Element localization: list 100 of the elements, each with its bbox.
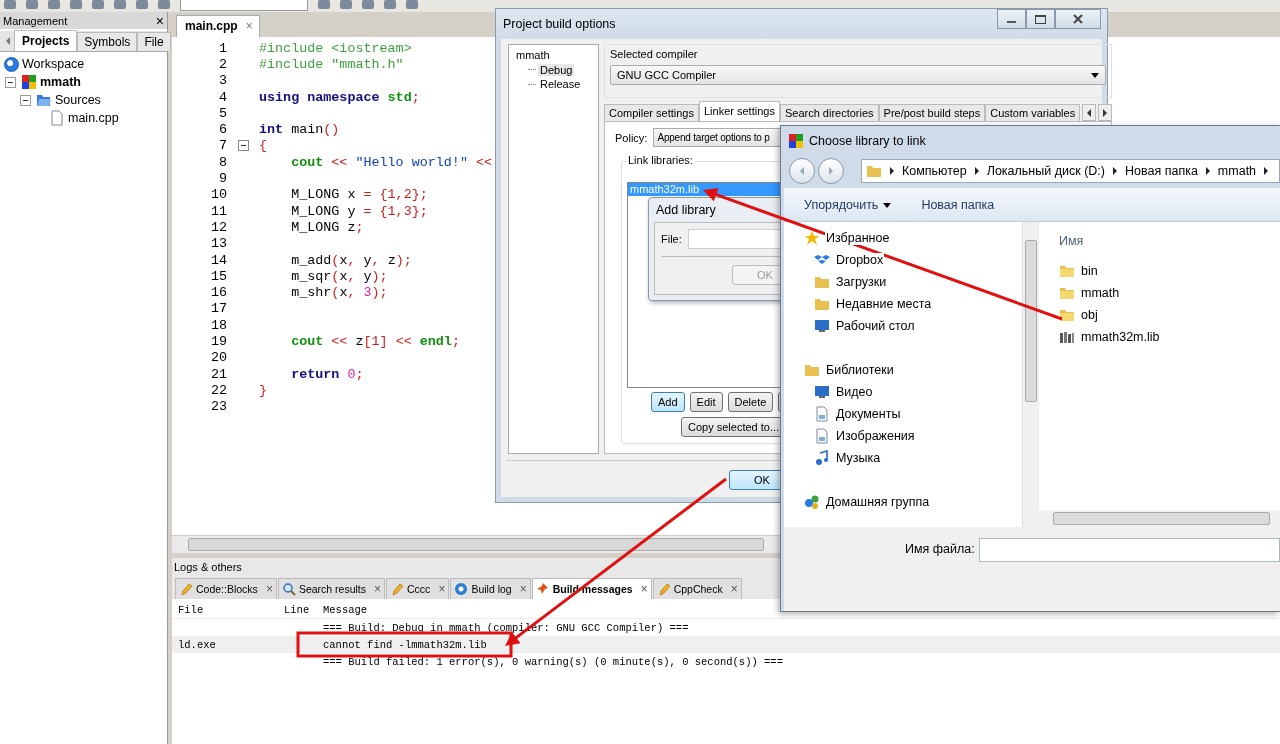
breadcrumb-item[interactable]: mmath (1217, 164, 1257, 178)
tree-item[interactable]: mmath (514, 49, 552, 62)
scroll-left-icon[interactable] (6, 37, 10, 45)
toolbar-icon[interactable] (92, 0, 104, 9)
back-button[interactable] (789, 158, 815, 184)
toolbar-icon[interactable] (406, 0, 418, 9)
chevron-icon (974, 167, 979, 175)
panel-tab[interactable]: Symbols (77, 32, 138, 51)
toolbar-icon[interactable] (26, 0, 38, 9)
column-header[interactable]: Имя (1059, 234, 1084, 248)
scroll-right-button[interactable] (1098, 104, 1113, 121)
nav-item[interactable]: Домашняя группа (825, 495, 931, 509)
toolbar-icon[interactable] (114, 0, 126, 9)
file-icon (49, 110, 65, 126)
toolbar-icon[interactable] (318, 0, 330, 9)
code-line: m_sqr(x, y); (290, 268, 388, 284)
folder-icon (814, 274, 830, 290)
nav-item[interactable]: Документы (835, 407, 902, 421)
toolbar-icon[interactable] (158, 0, 170, 9)
settings-tab[interactable]: Search directories (779, 104, 879, 121)
settings-tab[interactable]: Pre/post build steps (878, 104, 986, 121)
toolbar-icon[interactable] (136, 0, 148, 9)
log-tab[interactable]: Build messages × (531, 578, 652, 599)
toolbar-icon[interactable] (340, 0, 352, 9)
close-button[interactable]: × (155, 13, 164, 28)
file-item[interactable]: mmath (1081, 286, 1120, 300)
collapse-icon[interactable] (20, 94, 31, 106)
filename-field[interactable] (978, 538, 1280, 562)
column-header[interactable]: File (172, 603, 280, 616)
chevron-icon (1205, 167, 1210, 175)
log-tab[interactable]: Build log × (450, 578, 531, 599)
settings-tab[interactable]: Custom variables (985, 104, 1081, 121)
panel-tab[interactable]: Projects (14, 30, 78, 51)
toolbar-icon[interactable] (48, 0, 60, 9)
toolbar-combo[interactable] (180, 0, 308, 11)
tree-item[interactable]: Sources (55, 93, 101, 107)
nav-item[interactable]: Избранное (825, 231, 891, 245)
message-row[interactable]: === Build failed: 1 error(s), 0 warning(s) (0 minute(s), 0 second(s)) === (172, 653, 1280, 670)
file-item[interactable]: bin (1081, 264, 1098, 278)
column-header[interactable]: Message (317, 603, 368, 616)
breadcrumb-item[interactable]: Компьютер (902, 164, 967, 178)
close-icon[interactable]: × (245, 19, 253, 33)
new-folder-button[interactable]: Новая папка (921, 197, 995, 212)
nav-item[interactable]: Изображения (835, 429, 916, 443)
code-line: M_LONG x = {1,2}; (290, 187, 428, 203)
address-bar[interactable]: Компьютер Локальный диск (D:) Новая папка mmath (861, 159, 1280, 183)
toolbar-icon[interactable] (4, 0, 16, 9)
panel-tab[interactable]: File (137, 32, 171, 51)
message-row[interactable]: ld.exe cannot find -lmmath32m.lib (172, 636, 1280, 653)
nav-item[interactable]: Загрузки (835, 275, 888, 289)
tree-item[interactable]: Workspace (22, 57, 85, 71)
column-header[interactable]: Line (280, 603, 317, 616)
action-button[interactable]: Add (651, 392, 685, 412)
settings-tab[interactable]: Linker settings (699, 101, 780, 121)
scroll-left-button[interactable] (1082, 104, 1097, 121)
nav-item[interactable]: Недавние места (835, 297, 933, 311)
nav-item[interactable]: Видео (835, 385, 874, 399)
nav-item[interactable]: Dropbox (835, 253, 885, 267)
window-title: Choose library to link (809, 134, 926, 148)
minimize-button[interactable] (997, 9, 1026, 29)
tree-item[interactable]: Debug (538, 63, 575, 76)
breadcrumb-item[interactable]: Локальный диск (D:) (986, 164, 1105, 178)
maximize-button[interactable] (1026, 9, 1055, 29)
nav-item[interactable]: Библиотеки (825, 363, 895, 377)
collapse-icon[interactable] (5, 76, 16, 88)
log-tab[interactable]: Code::Blocks × (175, 578, 277, 599)
close-button[interactable] (1055, 9, 1101, 29)
chevron-icon (890, 167, 894, 175)
document-icon (814, 428, 830, 444)
horizontal-scrollbar[interactable] (172, 535, 780, 553)
nav-item[interactable]: Музыка (835, 451, 882, 465)
tree-item[interactable]: mmath (40, 75, 81, 89)
log-tab[interactable]: CppCheck × (652, 578, 742, 599)
fold-icon[interactable] (237, 140, 249, 152)
compiler-dropdown[interactable]: GNU GCC Compiler (610, 65, 1107, 85)
forward-button[interactable] (818, 158, 844, 184)
log-tab[interactable]: Cccc × (386, 578, 450, 599)
horizontal-scrollbar[interactable] (1039, 510, 1280, 527)
toolbar-icon[interactable] (362, 0, 374, 9)
file-item[interactable]: mmath32m.lib (1081, 330, 1160, 344)
settings-tab[interactable]: Compiler settings (604, 104, 699, 121)
toolbar-icon[interactable] (70, 0, 82, 9)
tree-item[interactable]: main.cpp (68, 111, 119, 125)
code-line: #include <iostream> (259, 40, 412, 56)
file-item[interactable]: obj (1081, 308, 1098, 322)
action-button[interactable]: Edit (689, 392, 723, 412)
organize-button[interactable]: Упорядочить (804, 197, 892, 212)
music-icon (814, 450, 830, 466)
caret-icon (1091, 72, 1100, 78)
breadcrumb-item[interactable]: Новая папка (1125, 164, 1198, 178)
table-cell: === Build failed: 1 error(s), 0 warning(s) (0 minute(s), 0 second(s)) === (323, 655, 783, 668)
vertical-scrollbar[interactable] (1022, 222, 1039, 527)
tree-item[interactable]: Release (538, 78, 583, 91)
action-button[interactable]: Delete (727, 392, 774, 412)
group-label: Selected compiler (610, 48, 699, 60)
pencil-icon (656, 582, 671, 596)
nav-item[interactable]: Рабочий стол (835, 319, 916, 333)
toolbar-icon[interactable] (384, 0, 396, 9)
log-tab[interactable]: Search results × (277, 578, 386, 599)
editor-tab[interactable]: main.cpp × (176, 15, 260, 37)
